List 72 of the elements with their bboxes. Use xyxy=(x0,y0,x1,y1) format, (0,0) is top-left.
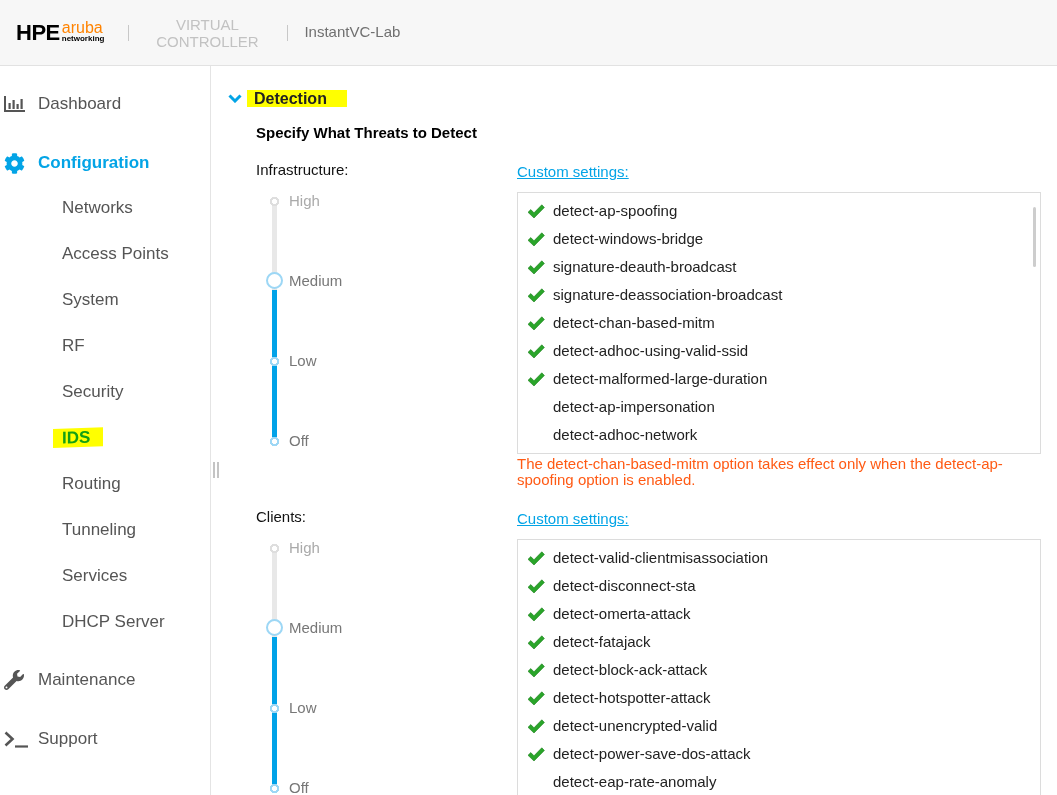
group-label: Clients: xyxy=(256,507,308,527)
slider-thumb[interactable] xyxy=(266,619,283,637)
nav-item[interactable]: Support xyxy=(0,716,210,762)
option-item[interactable]: signature-deassociation-broadcast xyxy=(527,281,1020,309)
checkmark-icon xyxy=(527,718,545,734)
checkmark-icon xyxy=(527,578,545,594)
nav-subitem[interactable]: System xyxy=(62,289,119,309)
terminal-icon xyxy=(4,730,28,748)
resize-handle-icon[interactable] xyxy=(213,462,219,478)
option-item[interactable]: signature-deauth-broadcast xyxy=(527,253,1020,281)
nav-subitem[interactable]: Security xyxy=(62,381,124,401)
nav-subitem[interactable]: RF xyxy=(62,335,85,355)
checkmark-icon xyxy=(527,662,545,678)
slider-stop-label: Low xyxy=(289,351,317,371)
nav-subitem[interactable]: Services xyxy=(62,565,128,585)
slider-stop-label: High xyxy=(289,191,320,211)
slider-thumb[interactable] xyxy=(266,272,283,290)
nav-subitem[interactable]: Tunneling xyxy=(62,519,137,539)
checkmark-icon xyxy=(527,231,545,247)
option-item[interactable]: detect-valid-clientmisassociation xyxy=(527,544,1020,572)
checkmark-icon xyxy=(527,550,545,566)
slider-track[interactable] xyxy=(270,196,279,446)
nav-subitem[interactable]: Networks xyxy=(62,197,133,217)
gear-icon xyxy=(4,152,25,174)
option-item[interactable]: detect-unencrypted-valid xyxy=(527,712,1020,740)
checkmark-icon xyxy=(527,203,545,219)
option-item[interactable]: detect-ap-spoofing xyxy=(527,197,1020,225)
option-item[interactable]: detect-block-ack-attack xyxy=(527,656,1020,684)
slider-track[interactable] xyxy=(270,543,279,793)
nav-subitem[interactable]: DHCP Server xyxy=(62,611,165,631)
checkmark-icon xyxy=(527,315,545,331)
checkmark-icon xyxy=(527,634,545,650)
checkmark-icon xyxy=(527,371,545,387)
option-item[interactable]: detect-omerta-attack xyxy=(527,600,1020,628)
checkmark-icon xyxy=(527,746,545,762)
nav-subitem[interactable]: Routing xyxy=(62,473,121,493)
nav-item[interactable]: Dashboard xyxy=(0,81,210,127)
option-item[interactable]: detect-fatajack xyxy=(527,628,1020,656)
logo-tagline: networking xyxy=(61,33,105,43)
slider-stop-label: High xyxy=(289,538,320,558)
logo-text: HPE xyxy=(16,21,60,44)
controller-name: InstantVC-Lab xyxy=(304,22,401,43)
option-item[interactable]: detect-power-save-dos-attack xyxy=(527,740,1020,768)
checkmark-icon xyxy=(527,690,545,706)
option-item[interactable]: detect-ap-impersonation xyxy=(527,393,1020,421)
option-item[interactable]: detect-hotspotter-attack xyxy=(527,684,1020,712)
warning-note: The detect-chan-based-mitm option takes effect only when the detect-ap-spoofing option is enabled. xyxy=(517,456,1004,488)
checkmark-icon xyxy=(527,343,545,359)
option-item[interactable]: detect-adhoc-network xyxy=(527,421,1020,449)
scrollbar-thumb[interactable] xyxy=(1033,207,1036,267)
wrench-icon xyxy=(4,670,24,690)
checkmark-icon xyxy=(527,259,545,275)
section-subtitle: Specify What Threats to Detect xyxy=(256,124,478,142)
option-item[interactable]: detect-eap-rate-anomaly xyxy=(527,768,1020,795)
slider-stop-label: Medium xyxy=(289,618,343,638)
slider-stop-label: Off xyxy=(289,431,309,451)
nav-subitem[interactable]: Access Points xyxy=(62,243,169,263)
option-item[interactable]: detect-malformed-large-duration xyxy=(527,365,1020,393)
group-label: Infrastructure: xyxy=(256,160,350,180)
slider-stop-label: Medium xyxy=(289,271,343,291)
nav-item[interactable]: Maintenance xyxy=(0,657,210,703)
chevron-down-icon xyxy=(228,93,242,103)
slider-stop-label: Low xyxy=(289,698,317,718)
option-item[interactable]: detect-adhoc-using-valid-ssid xyxy=(527,337,1020,365)
checkmark-icon xyxy=(527,606,545,622)
logo-product-text: aruba xyxy=(61,20,104,34)
checkmark-icon xyxy=(527,287,545,303)
bar-chart-icon xyxy=(4,96,25,112)
slider-stop-label: Off xyxy=(289,778,309,795)
option-item[interactable]: detect-disconnect-sta xyxy=(527,572,1020,600)
option-item[interactable]: detect-chan-based-mitm xyxy=(527,309,1020,337)
option-item[interactable]: detect-windows-bridge xyxy=(527,225,1020,253)
